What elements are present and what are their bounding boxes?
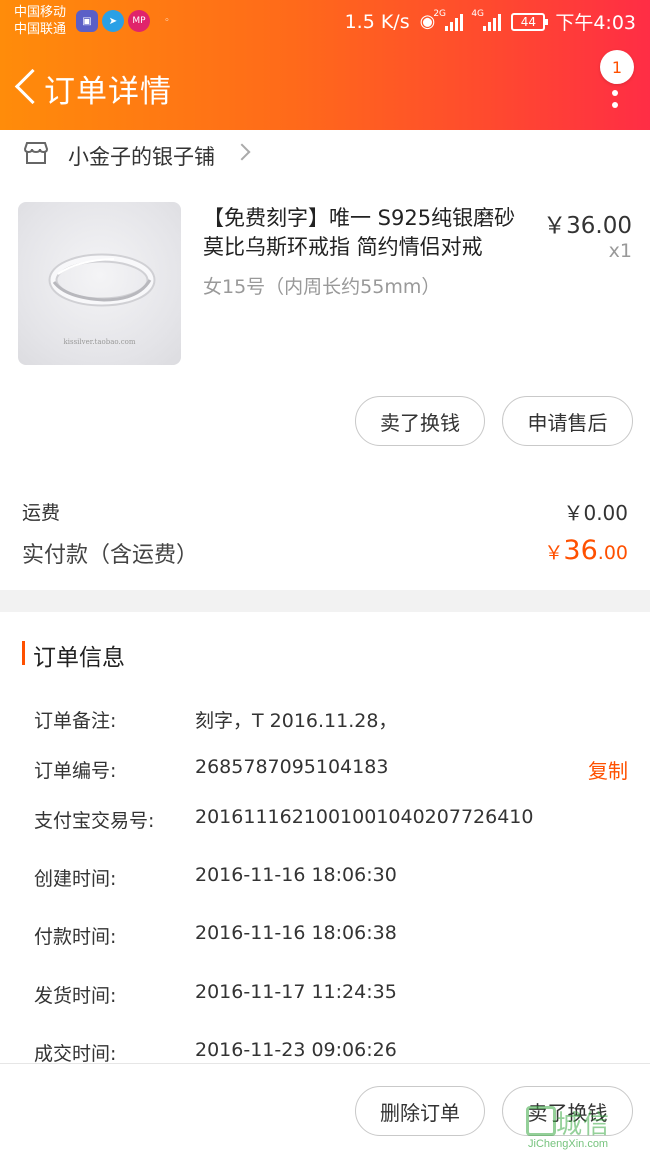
alipay-number-label: 支付宝交易号: [34, 810, 155, 832]
product-image[interactable]: kissilver.taobao.com [18, 202, 181, 365]
completed-time-value: 2016-11-23 09:06:26 [195, 1039, 397, 1061]
carrier-1: 中国移动 [14, 5, 67, 20]
net-speed: 1.5 K/s [344, 10, 410, 33]
shield-app-icon: ▣ [76, 10, 98, 32]
product-price: ￥36.00 [543, 213, 632, 239]
order-info-title: 订单信息 [33, 645, 125, 671]
product-spec: 女15号（内周长约55mm） [203, 276, 441, 298]
telegram-app-icon: ➤ [102, 10, 124, 32]
remark-value: 刻字，T 2016.11.28， [195, 710, 398, 732]
paid-amount: ￥36.00 [544, 535, 628, 566]
nav-bar: 订单详情 1 [0, 50, 650, 124]
after-sale-button[interactable]: 申请售后 [502, 396, 633, 446]
paid-integer: 36 [563, 535, 598, 566]
watermark: 城信 JiChengXin.com [524, 1102, 644, 1152]
status-right: 1.5 K/s ◉ 2G 4G 44 下午4:03 [345, 8, 636, 35]
battery-icon: 44 [511, 12, 549, 31]
carrier-2: 中国联通 [14, 22, 67, 37]
watermark-site: JiChengXin.com [528, 1138, 609, 1150]
shipping-value: ￥0.00 [563, 501, 628, 525]
product-quantity: x1 [608, 240, 632, 262]
mp-app-icon: MP [128, 10, 150, 32]
signal-2g-icon: 2G [433, 9, 464, 31]
order-number-value: 2685787095104183 [195, 756, 389, 778]
created-time-value: 2016-11-16 18:06:30 [195, 864, 397, 886]
section-divider [0, 590, 650, 612]
sell-button[interactable]: 卖了换钱 [355, 396, 485, 446]
chevron-right-icon [233, 143, 251, 161]
shop-icon [23, 142, 49, 164]
paid-decimal: .00 [597, 542, 628, 564]
shop-row[interactable]: 小金子的银子铺 [0, 130, 650, 178]
back-arrow-icon[interactable] [12, 66, 40, 106]
created-time-label: 创建时间: [34, 868, 117, 890]
net-4g-label: 4G [471, 8, 485, 19]
shop-name: 小金子的银子铺 [68, 145, 215, 169]
radio-icon: ◦ [164, 16, 170, 26]
watermark-logo-icon [526, 1106, 556, 1136]
product-title[interactable]: 【免费刻字】唯一 S925纯银磨砂莫比乌斯环戒指 简约情侣对戒 [203, 204, 533, 262]
completed-time-label: 成交时间: [34, 1043, 117, 1065]
signal-4g-icon: 4G [471, 9, 502, 31]
net-2g-label: 2G [433, 8, 447, 19]
paid-currency: ￥ [544, 542, 564, 564]
shipping-label: 运费 [22, 502, 61, 524]
app-header: 中国移动 中国联通 ▣ ➤ MP ◦ 1.5 K/s ◉ 2G 4G 44 下午… [0, 0, 650, 130]
page-title: 订单详情 [44, 74, 172, 110]
paid-time-label: 付款时间: [34, 926, 117, 948]
message-badge[interactable]: 1 [600, 50, 634, 84]
carrier-info: 中国移动 中国联通 [14, 4, 66, 38]
order-number-label: 订单编号: [34, 760, 117, 782]
image-caption: kissilver.taobao.com [63, 338, 136, 346]
copy-button[interactable]: 复制 [588, 755, 628, 784]
paid-time-value: 2016-11-16 18:06:38 [195, 922, 397, 944]
remark-label: 订单备注: [34, 710, 117, 732]
alipay-number-value: 2016111621001001040207726410 [195, 806, 534, 828]
section-accent-bar [22, 641, 25, 665]
clock: 下午4:03 [555, 12, 636, 34]
watermark-text: 城信 [556, 1110, 611, 1140]
battery-level: 44 [520, 14, 536, 29]
paid-label: 实付款（含运费） [22, 543, 199, 568]
status-bar: 中国移动 中国联通 ▣ ➤ MP ◦ 1.5 K/s ◉ 2G 4G 44 下午… [0, 0, 650, 44]
delete-order-button[interactable]: 删除订单 [355, 1086, 485, 1136]
shipped-time-value: 2016-11-17 11:24:35 [195, 981, 397, 1003]
shipped-time-label: 发货时间: [34, 985, 117, 1007]
